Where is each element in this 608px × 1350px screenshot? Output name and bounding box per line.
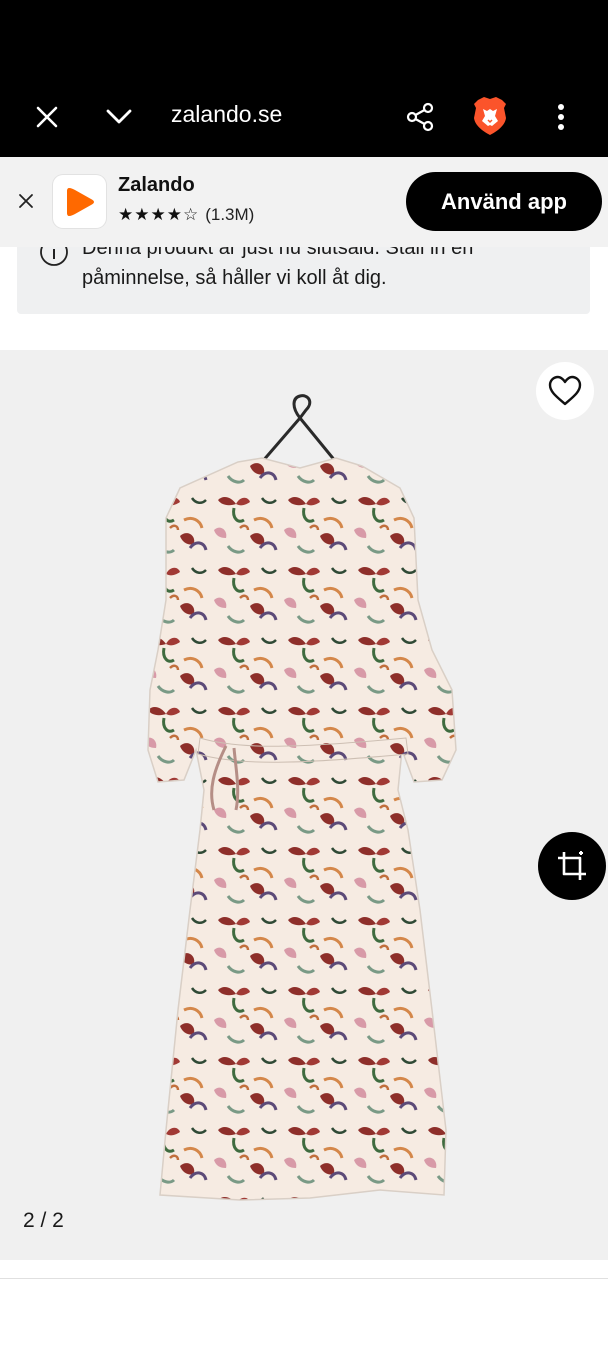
brave-lion-icon (474, 97, 506, 135)
app-rating: ★★★★☆ (1.3M) (118, 205, 254, 225)
product-dress-image (147, 394, 457, 1201)
notice-line-1: Denna produkt är just nu slutsåld. Ställ… (82, 247, 474, 259)
collapse-button[interactable] (94, 92, 144, 142)
crop-share-button[interactable] (538, 832, 606, 900)
product-image-gallery[interactable]: 2 / 2 (0, 350, 608, 1260)
info-icon (40, 247, 68, 266)
status-bar (0, 0, 608, 75)
crop-icon (558, 851, 586, 880)
zalando-app-icon (53, 175, 106, 228)
banner-close-button[interactable] (10, 185, 42, 217)
notice-text: Denna produkt är just nu slutsåld. Ställ… (82, 247, 562, 293)
use-app-button[interactable]: Använd app (406, 172, 602, 231)
url-text[interactable]: zalando.se (171, 101, 282, 128)
sold-out-notice: Denna produkt är just nu slutsåld. Ställ… (17, 247, 590, 314)
brave-shields-button[interactable] (464, 90, 516, 142)
image-counter: 2 / 2 (23, 1209, 64, 1232)
app-install-banner: Zalando ★★★★☆ (1.3M) Använd app (0, 157, 608, 247)
zalando-logo-icon (66, 187, 94, 216)
notice-line-2: påminnelse, så håller vi koll åt dig. (82, 267, 387, 289)
more-menu-button[interactable] (536, 92, 586, 142)
heart-icon (548, 375, 582, 406)
dress-shape (147, 457, 457, 1201)
rating-stars: ★★★★☆ (118, 205, 200, 224)
app-name: Zalando (118, 174, 195, 196)
divider (0, 1278, 608, 1279)
browser-toolbar: zalando.se (0, 75, 608, 157)
share-icon (406, 102, 434, 132)
notice-clip: Denna produkt är just nu slutsåld. Ställ… (0, 247, 608, 347)
chevron-down-icon (106, 109, 132, 124)
close-icon (19, 194, 33, 208)
vertical-dots-icon (558, 104, 564, 130)
wishlist-button[interactable] (536, 362, 594, 420)
share-button[interactable] (395, 92, 445, 142)
close-tab-button[interactable] (22, 92, 72, 142)
rating-count: (1.3M) (205, 205, 255, 224)
close-icon (36, 106, 58, 128)
